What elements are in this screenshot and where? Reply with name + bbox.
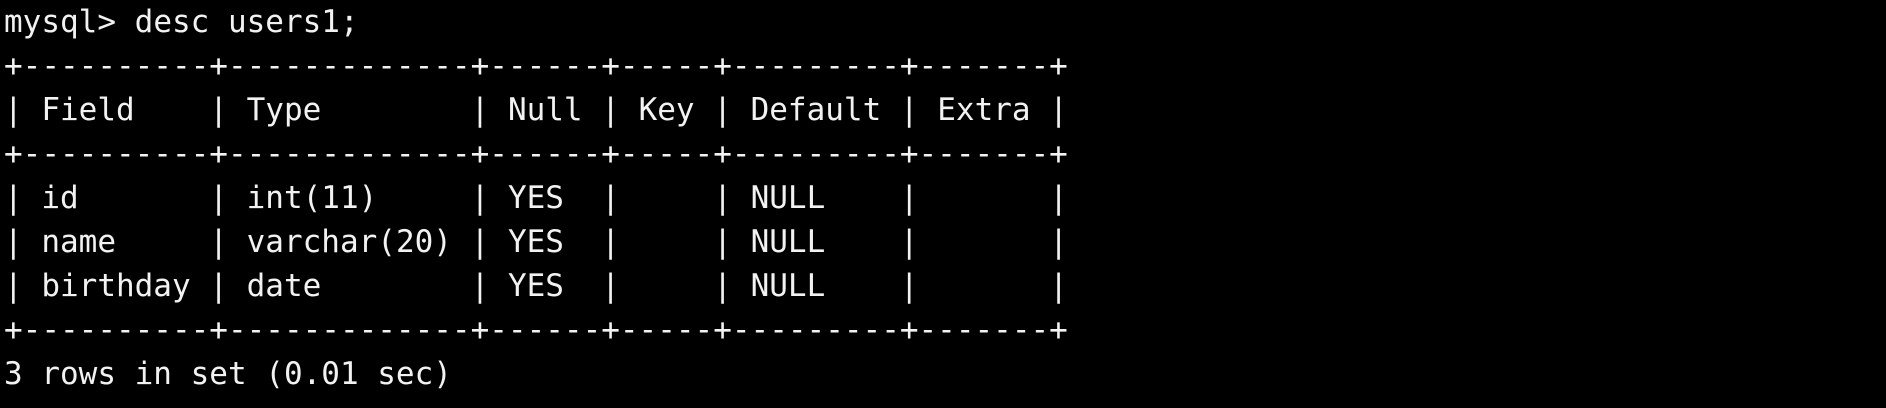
table-border-top: +----------+-------------+------+-----+-… [4, 48, 1068, 84]
header-extra: Extra [937, 92, 1031, 128]
cell-default: NULL [750, 180, 826, 216]
cell-null: YES [507, 268, 564, 304]
table-header-row: | Field | Type | Null | Key | Default | … [4, 92, 1068, 128]
cell-field: id [41, 180, 79, 216]
table-row: | birthday | date | YES | | NULL | | [4, 268, 1068, 304]
cell-field: birthday [41, 268, 191, 304]
cell-type: date [246, 268, 322, 304]
header-type: Type [246, 92, 322, 128]
header-key: Key [638, 92, 695, 128]
cell-type: int(11) [246, 180, 378, 216]
header-null: Null [507, 92, 583, 128]
table-border-bottom: +----------+-------------+------+-----+-… [4, 312, 1068, 348]
cell-type: varchar(20) [246, 224, 452, 260]
table-row: | name | varchar(20) | YES | | NULL | | [4, 224, 1068, 260]
table-border-header: +----------+-------------+------+-----+-… [4, 136, 1068, 172]
table-row: | id | int(11) | YES | | NULL | | [4, 180, 1068, 216]
cell-default: NULL [750, 224, 826, 260]
header-default: Default [750, 92, 882, 128]
terminal-window[interactable]: mysql> desc users1; +----------+--------… [0, 0, 1886, 408]
command-text: desc users1; [134, 4, 359, 40]
cell-field: name [41, 224, 116, 260]
mysql-prompt: mysql> [4, 4, 135, 40]
command-line: mysql> desc users1; [4, 0, 1886, 44]
cell-default: NULL [750, 268, 826, 304]
result-summary: 3 rows in set (0.01 sec) [4, 356, 452, 392]
cell-null: YES [507, 180, 564, 216]
cell-null: YES [507, 224, 564, 260]
header-field: Field [41, 92, 135, 128]
